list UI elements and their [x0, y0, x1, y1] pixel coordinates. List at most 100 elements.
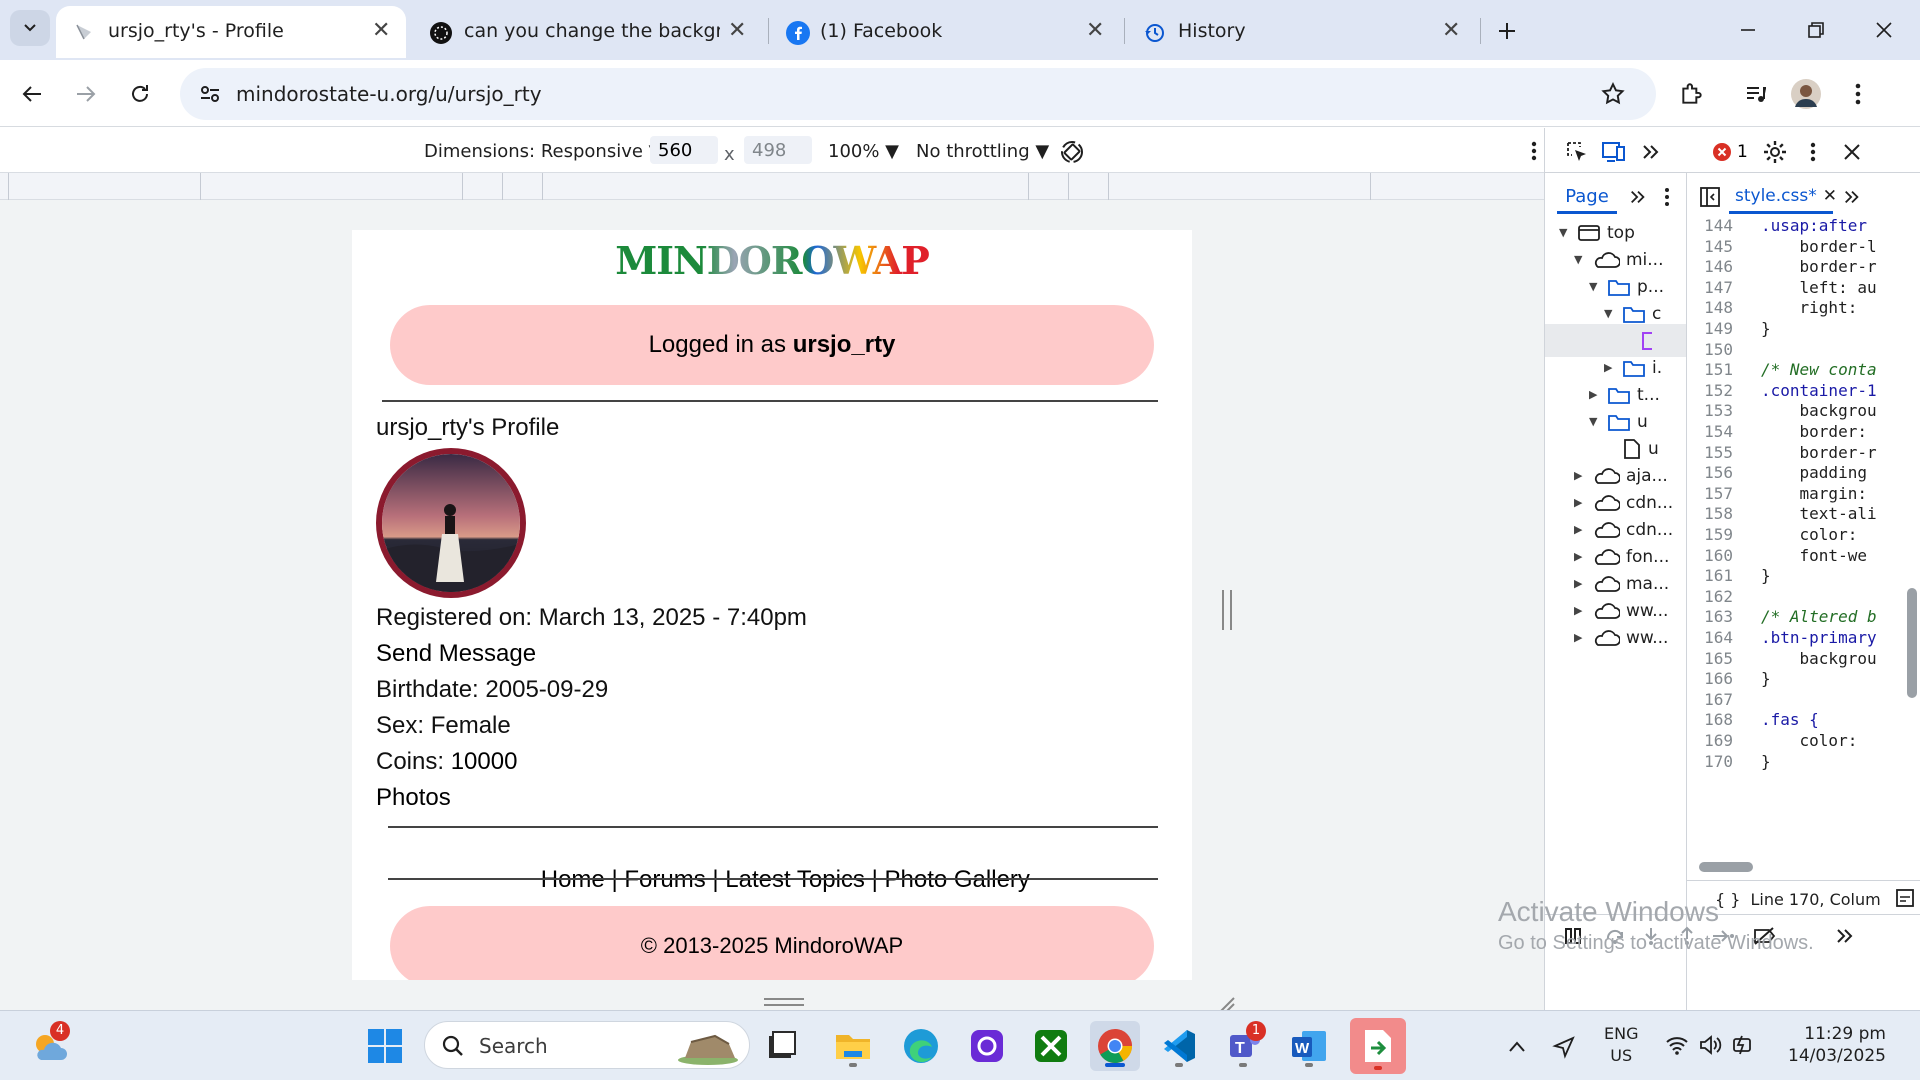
vscode-button[interactable]: [1154, 1021, 1204, 1071]
close-devtools-icon[interactable]: [1843, 143, 1861, 161]
camera-app-button[interactable]: [962, 1021, 1012, 1071]
tab-search-button[interactable]: [10, 10, 50, 46]
file-explorer-button[interactable]: [828, 1021, 878, 1071]
teams-button[interactable]: T 1: [1218, 1021, 1268, 1071]
throttling-dropdown[interactable]: No throttling ▼: [916, 141, 1049, 162]
close-tab-icon[interactable]: ✕: [1442, 18, 1460, 43]
expand-arrow-icon[interactable]: ▼: [1559, 226, 1575, 239]
more-vert-icon[interactable]: [1809, 141, 1817, 163]
folder-icon: [836, 1035, 870, 1059]
collapse-arrow-icon[interactable]: ▶: [1589, 388, 1605, 401]
media-button[interactable]: [1740, 78, 1772, 110]
sidebar-toggle-icon[interactable]: [1699, 186, 1721, 208]
wifi-icon[interactable]: [1666, 1035, 1688, 1055]
forward-button[interactable]: [70, 78, 102, 110]
tab-profile[interactable]: ursjo_rty's - Profile ✕: [56, 6, 406, 58]
edge-button[interactable]: [896, 1021, 946, 1071]
collapse-arrow-icon[interactable]: ▶: [1574, 469, 1590, 482]
file-tree: ▼ top ▼ mi... ▼ p... ▼ c ▶ i. ▶ t... ▼ u u ▶ aja... ▶ cdn.…: [1545, 216, 1686, 876]
tab-facebook[interactable]: (1) Facebook ✕: [776, 6, 1116, 58]
xbox-icon: [1035, 1030, 1067, 1062]
start-button[interactable]: [360, 1021, 410, 1071]
bookmark-star-icon[interactable]: [1600, 81, 1626, 107]
task-view-button[interactable]: [756, 1021, 806, 1071]
chevron-up-icon[interactable]: [1508, 1039, 1526, 1053]
clock-time: 11:29 pm: [1804, 1024, 1886, 1044]
code-editor[interactable]: 144 .usap:after 145 border-l 146 border-r 14…: [1687, 216, 1920, 868]
tab-page[interactable]: Page: [1557, 180, 1617, 214]
chrome-menu-button[interactable]: [1842, 78, 1874, 110]
collapse-arrow-icon[interactable]: ▶: [1574, 577, 1590, 590]
width-input[interactable]: 560: [650, 136, 718, 164]
clock[interactable]: 11:29 pm 14/03/2025: [1782, 1023, 1886, 1067]
minimize-button[interactable]: [1720, 10, 1776, 50]
more-tabs-icon[interactable]: [1835, 926, 1855, 946]
resize-handle-bottom[interactable]: [764, 998, 804, 1006]
zoom-dropdown[interactable]: 100% ▼: [828, 141, 899, 162]
coverage-icon[interactable]: [1895, 888, 1915, 908]
extensions-button[interactable]: [1676, 78, 1708, 110]
expand-arrow-icon[interactable]: ▼: [1604, 307, 1620, 320]
collapse-arrow-icon[interactable]: ▶: [1574, 550, 1590, 563]
vertical-scrollbar-thumb[interactable]: [1907, 588, 1917, 698]
collapse-arrow-icon[interactable]: ▶: [1574, 523, 1590, 536]
restore-button[interactable]: [1788, 10, 1844, 50]
tab-style-css[interactable]: style.css* ✕: [1729, 180, 1837, 214]
settings-gear-icon[interactable]: [1763, 140, 1787, 164]
volume-icon[interactable]: [1698, 1033, 1722, 1057]
tree-item[interactable]: ▶ ww...: [1545, 621, 1668, 654]
more-tabs-icon[interactable]: [1629, 188, 1647, 206]
expand-arrow-icon[interactable]: ▼: [1574, 253, 1590, 266]
collapse-arrow-icon[interactable]: ▶: [1604, 361, 1620, 374]
profile-avatar[interactable]: [1790, 78, 1822, 110]
chrome-button[interactable]: [1090, 1021, 1140, 1071]
battery-icon[interactable]: [1732, 1033, 1758, 1057]
dimensions-dropdown[interactable]: Dimensions: Responsive ▼: [424, 141, 663, 162]
collapse-arrow-icon[interactable]: ▶: [1574, 604, 1590, 617]
more-vert-icon[interactable]: [1530, 140, 1538, 162]
more-tabs-icon[interactable]: [1843, 188, 1861, 206]
location-icon[interactable]: [1552, 1035, 1576, 1059]
resize-handle-right[interactable]: [1222, 590, 1232, 630]
new-tab-button[interactable]: [1490, 14, 1524, 48]
more-vert-icon[interactable]: [1663, 186, 1671, 208]
line-number: 158: [1704, 504, 1733, 524]
language-indicator[interactable]: ENG US: [1604, 1023, 1638, 1067]
tab-chatgpt[interactable]: can you change the backgroun ✕: [420, 6, 760, 58]
back-button[interactable]: [16, 78, 48, 110]
device-toggle-icon[interactable]: [1601, 140, 1627, 164]
tree-item-label: c: [1652, 303, 1662, 324]
logged-in-username[interactable]: ursjo_rty: [793, 331, 896, 359]
word-button[interactable]: W: [1284, 1021, 1334, 1071]
send-message-link[interactable]: Send Message: [376, 640, 536, 668]
expand-arrow-icon[interactable]: ▼: [1589, 415, 1605, 428]
close-window-button[interactable]: [1856, 10, 1912, 50]
profile-avatar-photo[interactable]: [376, 448, 526, 598]
reload-button[interactable]: [124, 78, 156, 110]
close-tab-icon[interactable]: ✕: [1086, 18, 1104, 43]
horizontal-scrollbar-thumb[interactable]: [1699, 862, 1753, 872]
photos-link[interactable]: Photos: [376, 784, 451, 812]
windows-logo-icon: [368, 1029, 402, 1063]
collapse-arrow-icon[interactable]: ▶: [1574, 631, 1590, 644]
height-input[interactable]: 498: [744, 136, 812, 164]
collapse-arrow-icon[interactable]: ▶: [1574, 496, 1590, 509]
more-tabs-icon[interactable]: [1641, 142, 1661, 162]
pdf-app-button[interactable]: [1350, 1018, 1406, 1074]
language-code: ENG: [1604, 1024, 1639, 1043]
close-file-icon[interactable]: ✕: [1823, 186, 1837, 206]
site-logo[interactable]: MINDOROWAP: [352, 238, 1192, 283]
inspect-element-icon[interactable]: [1565, 140, 1589, 164]
close-tab-icon[interactable]: ✕: [728, 18, 746, 43]
address-bar[interactable]: mindorostate-u.org/u/ursjo_rty: [180, 68, 1656, 120]
xbox-button[interactable]: [1026, 1021, 1076, 1071]
expand-arrow-icon[interactable]: ▼: [1589, 280, 1605, 293]
error-indicator[interactable]: 1: [1713, 142, 1748, 162]
close-tab-icon[interactable]: ✕: [372, 18, 390, 43]
chatgpt-icon: [430, 22, 452, 44]
line-number: 152: [1704, 380, 1733, 400]
tab-history[interactable]: History ✕: [1132, 6, 1472, 58]
weather-widget[interactable]: 4: [24, 1021, 74, 1071]
taskbar-search[interactable]: Search: [424, 1021, 750, 1069]
rotate-icon[interactable]: [1058, 138, 1086, 166]
